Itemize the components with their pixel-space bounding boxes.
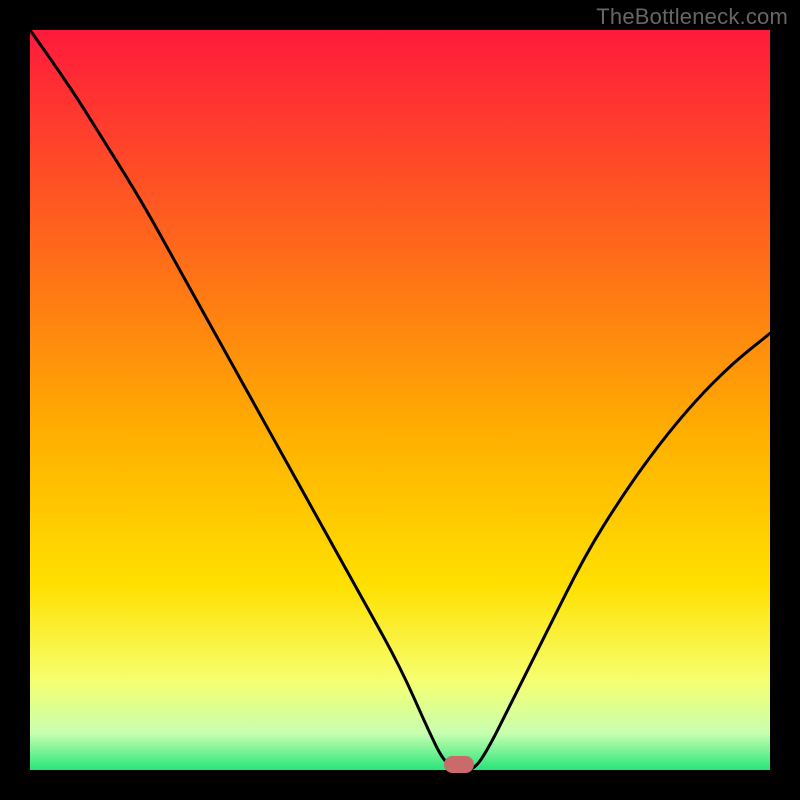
chart-svg <box>30 30 770 770</box>
watermark-label: TheBottleneck.com <box>596 4 788 30</box>
optimum-marker <box>444 756 474 773</box>
gradient-background <box>30 30 770 770</box>
bottleneck-chart <box>30 30 770 770</box>
chart-frame: TheBottleneck.com <box>0 0 800 800</box>
